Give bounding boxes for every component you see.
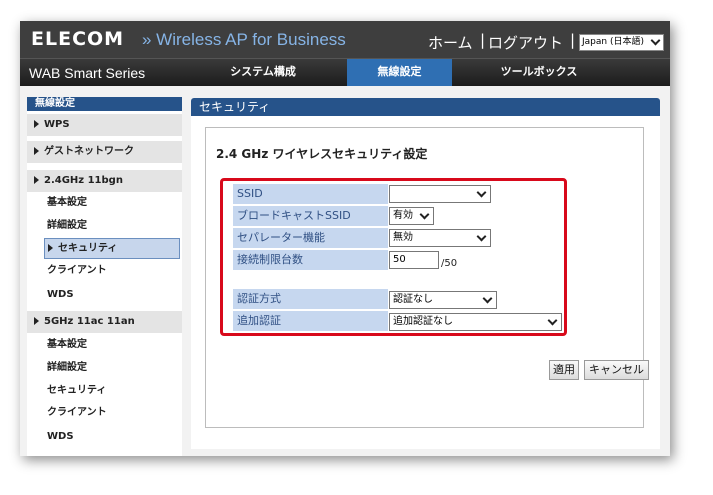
logout-link[interactable]: ログアウト <box>488 32 563 53</box>
tab-wireless-settings[interactable]: 無線設定 <box>347 59 452 86</box>
sidebar-item-5-client[interactable]: クライアント <box>47 402 107 424</box>
tab-toolbox[interactable]: ツールボックス <box>480 59 598 86</box>
caret-right-icon <box>48 244 53 252</box>
header-separator: | <box>480 31 486 49</box>
sidebar-item-label: ゲストネットワーク <box>44 146 134 157</box>
sidebar-item-24-wds[interactable]: WDS <box>47 284 74 306</box>
section-title: 2.4 GHz ワイヤレスセキュリティ設定 <box>216 147 428 161</box>
sidebar-item-5-wds[interactable]: WDS <box>47 426 74 448</box>
separator-label: セパレーター機能 <box>233 228 388 248</box>
additional-auth-select[interactable]: 追加認証なし <box>389 313 562 331</box>
auth-method-select[interactable]: 認証なし <box>389 291 497 309</box>
sidebar-item-wps[interactable]: WPS <box>27 114 182 136</box>
caret-right-icon <box>34 176 39 184</box>
top-header: ELECOM » Wireless AP for Business ホーム | … <box>20 21 670 58</box>
home-link[interactable]: ホーム <box>428 32 473 53</box>
caret-right-icon <box>34 120 39 128</box>
tab-system-config[interactable]: システム構成 <box>208 59 318 86</box>
language-select-value: Japan (日本語) <box>582 37 644 47</box>
apply-button[interactable]: 適用 <box>549 360 579 380</box>
max-clients-unit: /50 <box>441 258 458 269</box>
additional-auth-value: 追加認証なし <box>393 316 453 327</box>
sidebar-item-label: 5GHz 11ac 11an <box>44 316 135 327</box>
additional-auth-label: 追加認証 <box>233 311 388 331</box>
sidebar-item-24-basic[interactable]: 基本設定 <box>47 192 87 214</box>
sidebar-item-5-security[interactable]: セキュリティ <box>47 380 106 402</box>
browser-window: ELECOM » Wireless AP for Business ホーム | … <box>20 21 670 456</box>
broadcast-ssid-value: 有効 <box>393 210 413 221</box>
series-name: WAB Smart Series <box>29 65 146 81</box>
sidebar-item-24-advanced[interactable]: 詳細設定 <box>47 215 87 237</box>
sidebar: 無線設定 WPS ゲストネットワーク 2.4GHz 11bgn 基本設定 詳細設… <box>27 97 182 456</box>
sidebar-item-5-basic[interactable]: 基本設定 <box>47 334 87 356</box>
header-separator: | <box>570 31 576 49</box>
sidebar-group-24ghz[interactable]: 2.4GHz 11bgn <box>27 170 182 192</box>
security-settings-box: 2.4 GHz ワイヤレスセキュリティ設定 SSID ブロードキャストSSID … <box>205 127 649 428</box>
sidebar-item-guest-network[interactable]: ゲストネットワーク <box>27 141 182 163</box>
separator-select[interactable]: 無効 <box>389 229 491 247</box>
main-nav: WAB Smart Series システム構成 無線設定 ツールボックス <box>20 58 670 86</box>
chevron-down-icon <box>482 293 493 304</box>
caret-right-icon <box>34 317 39 325</box>
separator-value: 無効 <box>393 232 413 243</box>
chevron-down-icon <box>547 315 558 326</box>
cancel-button[interactable]: キャンセル <box>584 360 649 380</box>
broadcast-ssid-label: ブロードキャストSSID <box>233 206 388 226</box>
max-clients-label: 接続制限台数 <box>233 250 388 270</box>
chevron-down-icon <box>650 35 661 46</box>
sidebar-item-label: 2.4GHz 11bgn <box>44 175 123 186</box>
sidebar-title: 無線設定 <box>27 97 182 111</box>
chevron-down-icon <box>476 187 487 198</box>
max-clients-input[interactable]: 50 <box>389 251 439 269</box>
chevron-down-icon <box>419 209 430 220</box>
caret-right-icon <box>34 147 39 155</box>
page-title: セキュリティ <box>191 98 660 116</box>
chevron-down-icon <box>476 231 487 242</box>
auth-method-label: 認証方式 <box>233 289 388 309</box>
elecom-logo: ELECOM <box>31 28 125 50</box>
product-name: » Wireless AP for Business <box>142 30 346 49</box>
sidebar-item-5-advanced[interactable]: 詳細設定 <box>47 357 87 379</box>
sidebar-item-label: セキュリティ <box>58 243 118 254</box>
sidebar-group-5ghz[interactable]: 5GHz 11ac 11an <box>27 311 182 333</box>
sidebar-item-24-security[interactable]: セキュリティ <box>44 238 180 259</box>
content-panel: 2.4 GHz ワイヤレスセキュリティ設定 SSID ブロードキャストSSID … <box>191 116 660 449</box>
sidebar-item-24-client[interactable]: クライアント <box>47 260 107 282</box>
language-select[interactable]: Japan (日本語) <box>579 34 664 51</box>
sidebar-item-label: WPS <box>44 119 70 130</box>
ssid-label: SSID <box>233 184 388 204</box>
auth-method-value: 認証なし <box>393 294 433 305</box>
broadcast-ssid-select[interactable]: 有効 <box>389 207 434 225</box>
ssid-select[interactable] <box>389 185 491 203</box>
